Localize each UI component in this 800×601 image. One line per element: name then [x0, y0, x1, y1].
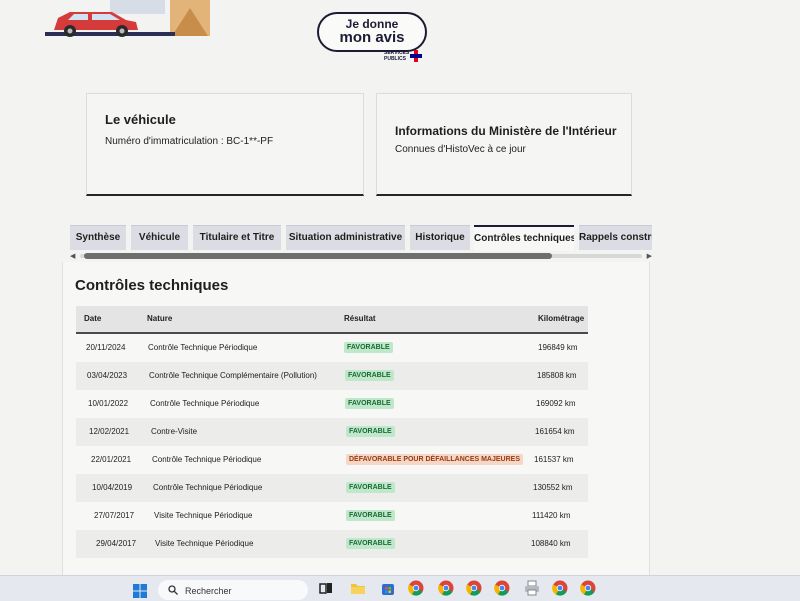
- row-date: 20/11/2024: [86, 343, 126, 352]
- row-date: 22/01/2021: [91, 455, 132, 464]
- tab-situation-administrative[interactable]: Situation administrative: [286, 225, 405, 250]
- row-date: 12/02/2021: [89, 427, 130, 436]
- plate-number: Numéro d'immatriculation : BC-1**-PF: [105, 136, 274, 147]
- ministry-card-subtitle: Connues d'HistoVec à ce jour: [395, 144, 526, 155]
- tab-rappels-constructeur[interactable]: Rappels constructeur: [579, 225, 652, 250]
- scroll-thumb[interactable]: [84, 253, 552, 259]
- ministry-card: Informations du Ministère de l'Intérieur…: [376, 93, 632, 196]
- table-row: 20/11/2024 Contrôle Technique Périodique…: [76, 334, 588, 362]
- result-badge: FAVORABLE: [345, 370, 394, 381]
- search-icon: [168, 585, 178, 595]
- vehicle-card-title: Le véhicule: [105, 112, 176, 127]
- table-row: 27/07/2017 Visite Technique Périodique F…: [76, 502, 588, 530]
- row-nature: Contrôle Technique Périodique: [153, 483, 263, 492]
- column-nature: Nature: [147, 314, 173, 323]
- table-row: 10/01/2022 Contrôle Technique Périodique…: [76, 390, 588, 418]
- je-donne-mon-avis-logo[interactable]: Je donne mon avis: [317, 12, 427, 52]
- row-nature: Contrôle Technique Complémentaire (Pollu…: [149, 371, 317, 380]
- row-nature: Visite Technique Périodique: [155, 539, 254, 548]
- row-date: 03/04/2023: [87, 371, 128, 380]
- scroll-right-icon[interactable]: ▶: [647, 252, 652, 260]
- row-nature: Visite Technique Périodique: [154, 511, 253, 520]
- row-date: 10/01/2022: [88, 399, 129, 408]
- column-date: Date: [84, 314, 102, 323]
- table-row: 22/01/2021 Contrôle Technique Périodique…: [76, 446, 588, 474]
- car-illustration-icon: [40, 0, 215, 42]
- chrome-profile-icon[interactable]: [580, 580, 596, 596]
- row-km: 111420 km: [532, 511, 571, 520]
- table-row: 29/04/2017 Visite Technique Périodique F…: [76, 530, 588, 558]
- tab-titulaire[interactable]: Titulaire et Titre: [193, 225, 281, 250]
- tab-vehicule[interactable]: Véhicule: [131, 225, 188, 250]
- chrome-profile-icon[interactable]: [552, 580, 568, 596]
- result-badge: FAVORABLE: [346, 538, 395, 549]
- file-explorer-icon[interactable]: [350, 580, 366, 596]
- chrome-profile-icon[interactable]: [494, 580, 510, 596]
- services-publics-cross-icon: [410, 50, 422, 62]
- task-view-icon[interactable]: [318, 580, 334, 596]
- row-date: 29/04/2017: [96, 539, 137, 548]
- row-km: 108840 km: [531, 539, 571, 548]
- chrome-profile-icon[interactable]: [466, 580, 482, 596]
- row-date: 27/07/2017: [94, 511, 135, 520]
- result-badge: FAVORABLE: [346, 426, 395, 437]
- printer-icon[interactable]: [524, 580, 540, 596]
- row-nature: Contrôle Technique Périodique: [150, 399, 260, 408]
- windows-start-icon[interactable]: [133, 584, 147, 598]
- chrome-icon[interactable]: [408, 580, 424, 596]
- row-km: 185808 km: [537, 371, 577, 380]
- windows-taskbar: Rechercher: [0, 575, 800, 601]
- row-nature: Contre-Visite: [151, 427, 198, 436]
- column-kilometrage: Kilométrage: [538, 314, 585, 323]
- microsoft-store-icon[interactable]: [380, 580, 396, 596]
- scroll-left-icon[interactable]: ◀: [70, 252, 75, 260]
- tab-synthese[interactable]: Synthèse: [70, 225, 126, 250]
- section-title: Contrôles techniques: [75, 277, 229, 294]
- row-km: 130552 km: [533, 483, 573, 492]
- table-row: 03/04/2023 Contrôle Technique Complément…: [76, 362, 588, 390]
- tab-bar: Synthèse Véhicule Titulaire et Titre Sit…: [70, 223, 652, 251]
- tab-scrollbar[interactable]: ◀ ▶: [70, 252, 652, 260]
- table-row: 10/04/2019 Contrôle Technique Périodique…: [76, 474, 588, 502]
- column-result: Résultat: [344, 314, 376, 323]
- browser-page: Je donne mon avis SERVICES PUBLICS Le vé…: [0, 0, 800, 575]
- taskbar-search-box[interactable]: Rechercher: [158, 580, 308, 600]
- result-badge: DÉFAVORABLE POUR DÉFAILLANCES MAJEURES: [346, 454, 523, 465]
- vehicle-card: Le véhicule Numéro d'immatriculation : B…: [86, 93, 364, 196]
- row-km: 196849 km: [538, 343, 578, 352]
- result-badge: FAVORABLE: [346, 510, 395, 521]
- table-header: Date Nature Résultat Kilométrage: [76, 306, 588, 334]
- row-km: 161537 km: [534, 455, 574, 464]
- result-badge: FAVORABLE: [346, 482, 395, 493]
- row-date: 10/04/2019: [92, 483, 133, 492]
- result-badge: FAVORABLE: [344, 342, 393, 353]
- logo-line2: mon avis: [339, 29, 405, 46]
- tab-controles-techniques[interactable]: Contrôles techniques: [474, 225, 574, 251]
- row-km: 161654 km: [535, 427, 575, 436]
- ministry-card-title: Informations du Ministère de l'Intérieur: [395, 124, 617, 138]
- controles-techniques-panel: Contrôles techniques Date Nature Résulta…: [62, 262, 650, 575]
- result-badge: FAVORABLE: [345, 398, 394, 409]
- taskbar-search-label: Rechercher: [185, 586, 232, 596]
- row-km: 169092 km: [536, 399, 576, 408]
- row-nature: Contrôle Technique Périodique: [148, 343, 258, 352]
- row-nature: Contrôle Technique Périodique: [152, 455, 262, 464]
- tab-historique[interactable]: Historique: [410, 225, 470, 250]
- table-row: 12/02/2021 Contre-Visite FAVORABLE 16165…: [76, 418, 588, 446]
- chrome-profile-icon[interactable]: [438, 580, 454, 596]
